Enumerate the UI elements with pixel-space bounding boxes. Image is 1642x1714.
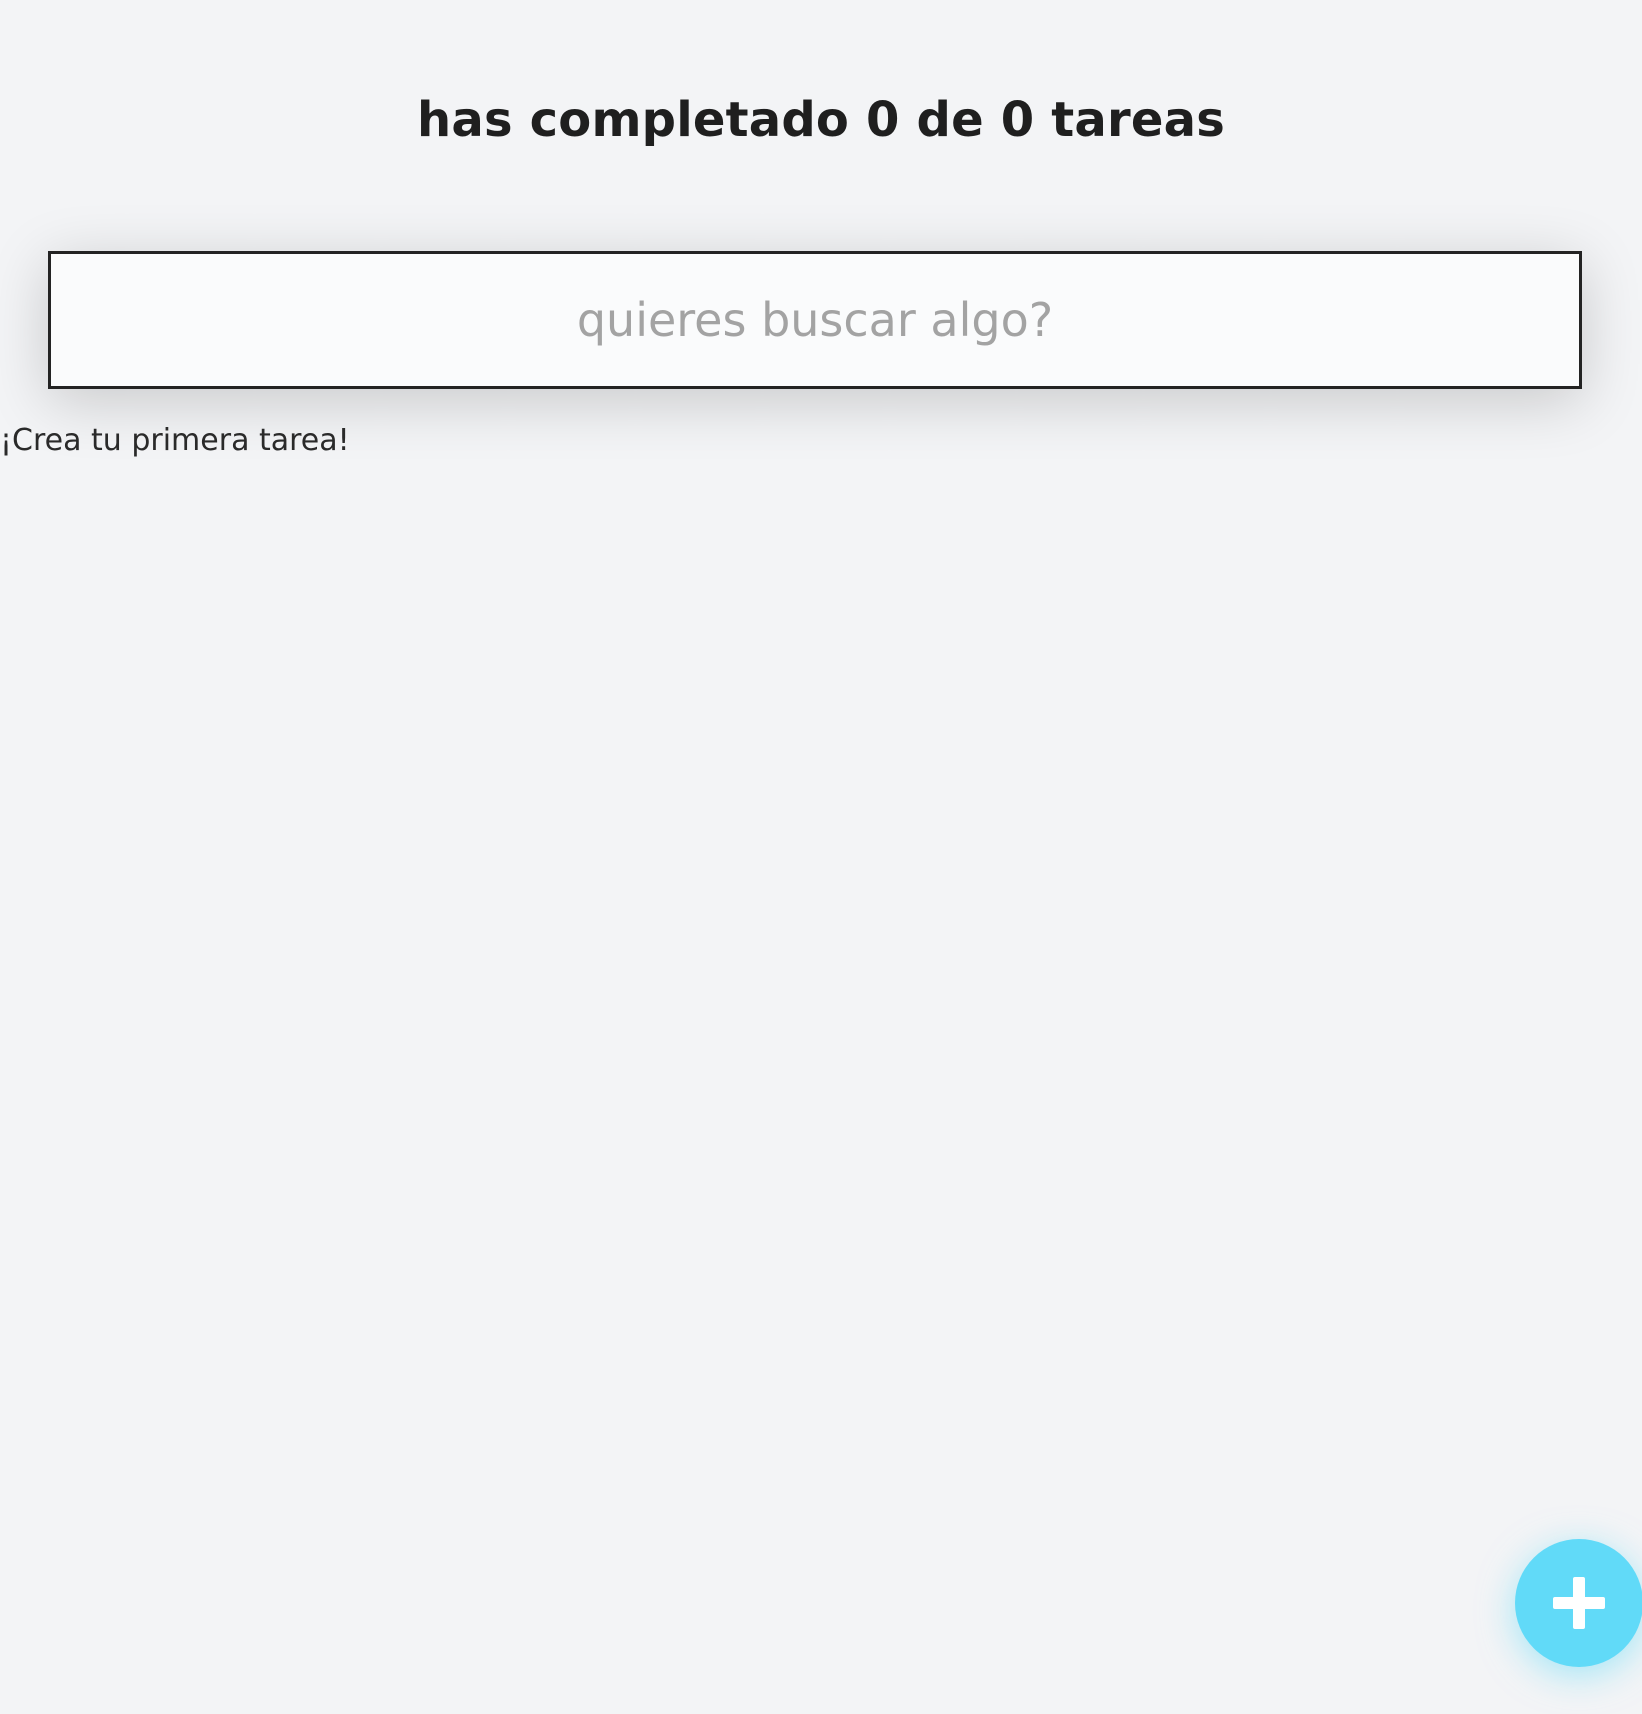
search-container bbox=[48, 251, 1582, 389]
add-task-button[interactable] bbox=[1515, 1539, 1642, 1667]
plus-icon bbox=[1553, 1577, 1605, 1629]
task-counter-title: has completado 0 de 0 tareas bbox=[416, 92, 1225, 148]
todo-app: has completado 0 de 0 tareas ¡Crea tu pr… bbox=[0, 0, 1642, 1714]
search-input[interactable] bbox=[48, 251, 1582, 389]
empty-list-message: ¡Crea tu primera tarea! bbox=[0, 423, 350, 458]
